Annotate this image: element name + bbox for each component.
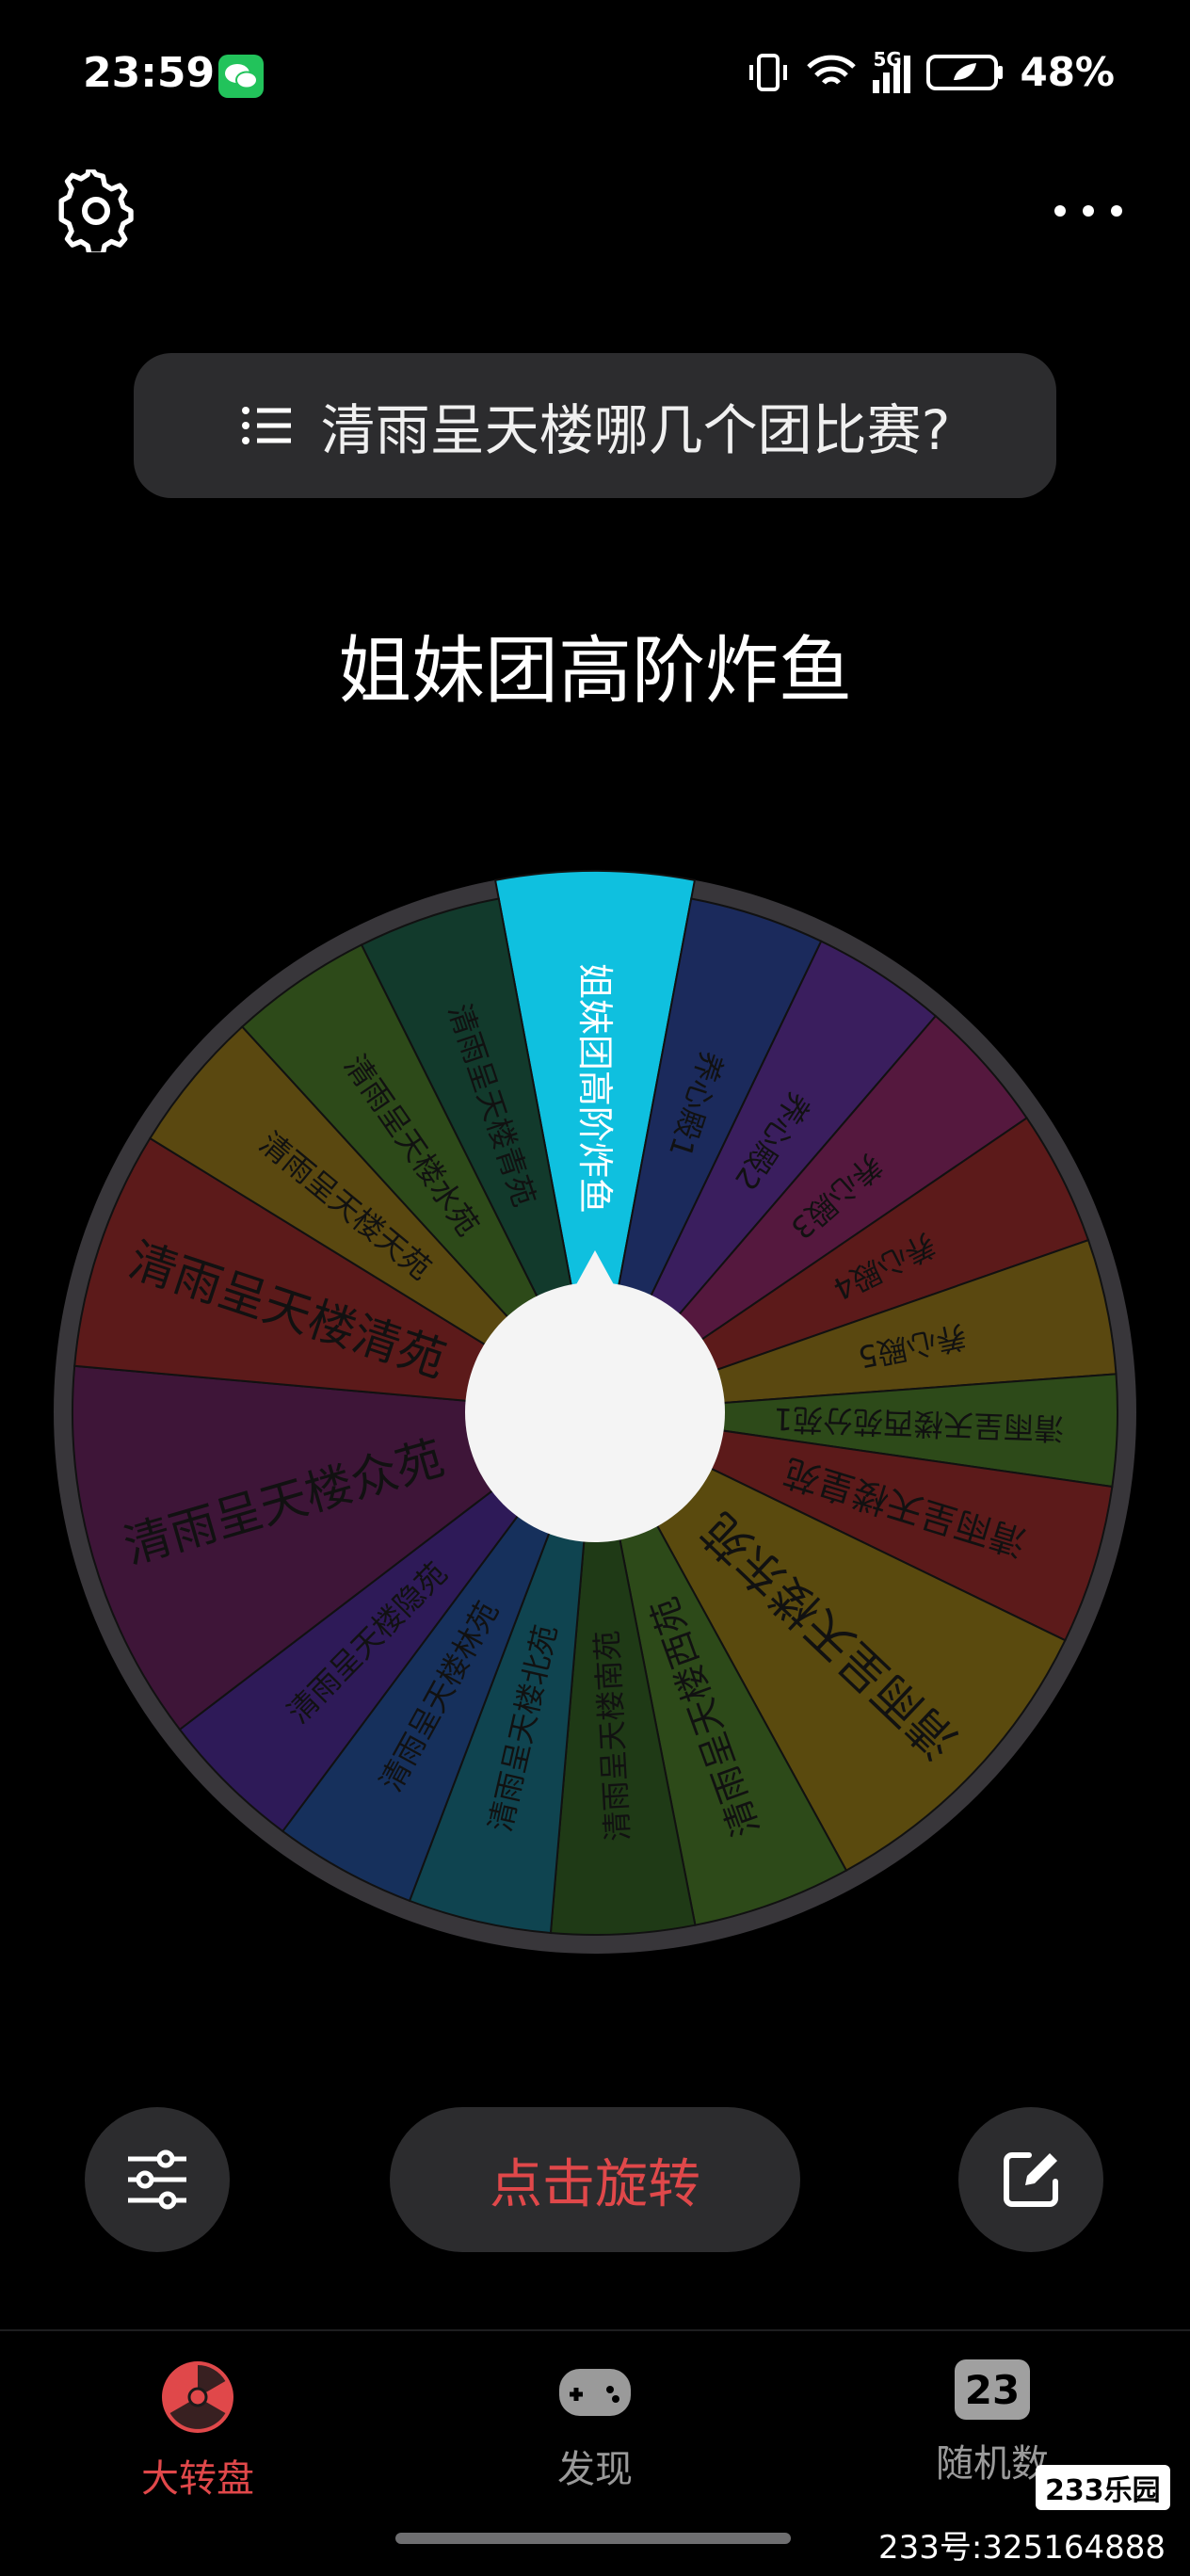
question-title: 清雨呈天楼哪几个团比赛? bbox=[320, 398, 951, 462]
wheel-segment-label: 姐妹团高阶炸鱼 bbox=[574, 963, 616, 1214]
tab-wheel[interactable]: 大转盘 bbox=[56, 2359, 339, 2503]
watermark-logo: 233乐园 bbox=[1036, 2465, 1170, 2510]
battery-icon bbox=[926, 54, 1004, 90]
edit-icon bbox=[1004, 2152, 1058, 2207]
number-23-icon: 23 bbox=[955, 2359, 1030, 2420]
spin-result: 姐妹团高阶炸鱼 bbox=[337, 629, 852, 714]
gear-icon bbox=[58, 163, 134, 257]
question-selector[interactable]: 清雨呈天楼哪几个团比赛? bbox=[134, 353, 1056, 498]
wifi-icon bbox=[807, 55, 857, 85]
wheel-hub[interactable] bbox=[465, 1282, 725, 1542]
cellular-icon: 5G bbox=[873, 48, 911, 93]
bottom-tab-bar: 大转盘 发现 23 随机数 bbox=[0, 2329, 1190, 2520]
list-icon bbox=[241, 407, 291, 444]
wheel-options-button[interactable] bbox=[85, 2107, 230, 2252]
status-bar: 23:59 5G 48% bbox=[0, 0, 1190, 151]
more-options-button[interactable] bbox=[1047, 188, 1130, 233]
wechat-notification-icon bbox=[218, 55, 264, 98]
network-type-label: 5G bbox=[873, 47, 902, 71]
tab-discover-label: 发现 bbox=[557, 2448, 633, 2491]
status-icons: 5G 48% bbox=[747, 48, 1115, 95]
top-bar bbox=[0, 160, 1190, 257]
tab-random-label: 随机数 bbox=[936, 2442, 1049, 2486]
wheel-canvas: 姐妹团高阶炸鱼 养心殿1养心殿2养心殿3养心殿4养心殿5清雨呈天楼西苑分苑1清雨呈… bbox=[54, 870, 1136, 1954]
more-dots-icon bbox=[1054, 205, 1122, 217]
vibrate-icon bbox=[749, 53, 788, 91]
gamepad-icon bbox=[559, 2369, 631, 2416]
edit-wheel-button[interactable] bbox=[958, 2107, 1103, 2252]
radiation-wheel-icon bbox=[162, 2361, 233, 2433]
settings-button[interactable] bbox=[55, 163, 137, 257]
tab-wheel-label: 大转盘 bbox=[141, 2457, 254, 2501]
home-indicator[interactable] bbox=[395, 2533, 791, 2544]
watermark-id: 233号:325164888 bbox=[877, 2529, 1166, 2567]
tab-discover[interactable]: 发现 bbox=[454, 2359, 736, 2493]
sliders-icon bbox=[128, 2149, 186, 2210]
battery-percentage: 48% bbox=[1020, 49, 1115, 95]
prize-wheel[interactable]: 姐妹团高阶炸鱼 养心殿1 养心殿2 养心殿3 养心殿4 养心殿5 清雨呈天楼西苑分苑1 清雨呈… bbox=[49, 866, 1141, 1958]
spin-button[interactable]: 点击旋转 bbox=[390, 2107, 800, 2252]
status-time: 23:59 bbox=[83, 49, 216, 97]
